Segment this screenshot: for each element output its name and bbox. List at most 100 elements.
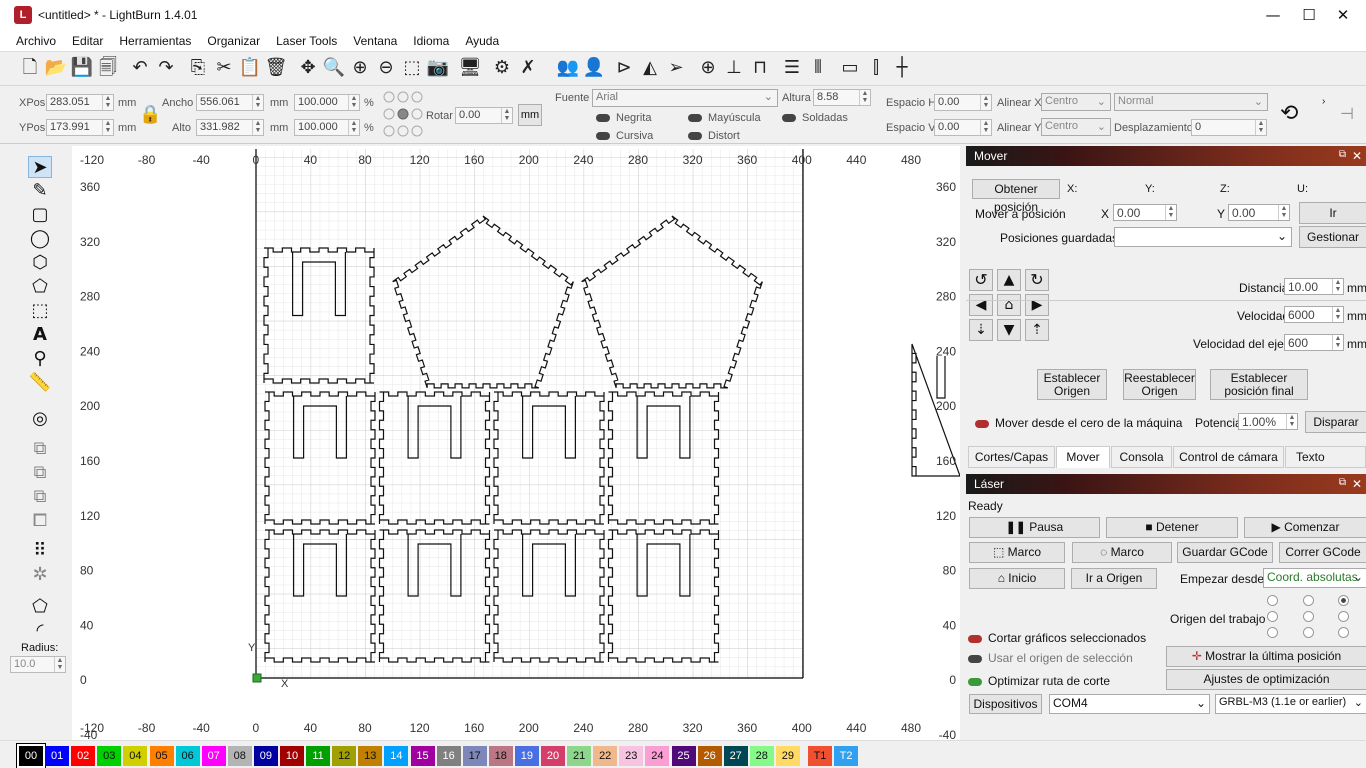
use-selection-origin-toggle[interactable]: Usar el origen de selección [968,651,1133,665]
menu-archivo[interactable]: Archivo [0,32,64,52]
polyline-icon[interactable]: ⬠ [28,276,52,298]
width-input[interactable]: 556.061 ▲ ▼ [196,94,264,111]
palette-swatch-05[interactable]: 05 [149,746,174,766]
jog-up-icon[interactable]: ▲ [997,269,1021,291]
move-x-input[interactable]: 0.00 ▲ ▼ [1113,204,1177,221]
tab-move[interactable]: Mover [1056,446,1110,468]
jog-down-icon[interactable]: ▼ [997,319,1021,341]
cut-selected-toggle[interactable]: Cortar gráficos seleccionados [968,631,1146,645]
palette-swatch-t2[interactable]: T2 [834,746,859,766]
redo-icon[interactable]: ↷ [154,56,178,80]
palette-swatch-20[interactable]: 20 [541,746,565,766]
origin-radio-ml[interactable] [1267,611,1278,622]
cut-icon[interactable]: ✂ [212,56,236,80]
saved-positions-select[interactable]: ⌄ [1114,227,1292,247]
menu-ventana[interactable]: Ventana [345,32,405,52]
resize-icon[interactable]: ⫿ [864,56,888,80]
distribute-v-icon[interactable]: ⫴ [806,56,830,80]
tools-icon[interactable]: ✗ [516,56,540,80]
palette-swatch-27[interactable]: 27 [723,746,748,766]
pen-icon[interactable]: ✎ [28,180,52,202]
palette-swatch-21[interactable]: 21 [567,746,592,766]
scale-height-input[interactable]: 100.000 ▲ ▼ [294,119,360,136]
palette-swatch-t1[interactable]: T1 [808,746,832,766]
origin-radio-br[interactable] [1338,627,1349,638]
move-y-input[interactable]: 0.00 ▲ ▼ [1228,204,1290,221]
set-final-position-button[interactable]: Establecer posición final [1210,369,1308,400]
go-to-origin-button[interactable]: Ir a Origen [1071,568,1157,589]
xpos-input[interactable]: 283.051 ▲ ▼ [46,94,114,111]
origin-radio-tc[interactable] [1303,595,1314,606]
palette-swatch-26[interactable]: 26 [697,746,722,766]
power-input[interactable]: 1.00% ▲ ▼ [1238,413,1298,430]
new-file-icon[interactable]: 🗋 [18,56,42,80]
design-canvas[interactable]: -120 -120 -80 -80 -40 -40 0 0 40 40 80 80 120 120 160 1… [72,146,960,740]
hspace-input[interactable]: 0.00 ▲ ▼ [934,94,992,111]
palette-swatch-03[interactable]: 03 [97,746,122,766]
distance-input[interactable]: 10.00 ▲ ▼ [1284,278,1344,295]
port-select[interactable]: COM4 ⌄ [1049,694,1210,714]
polygon-icon[interactable]: ⬡ [28,252,52,274]
get-position-button[interactable]: Obtener posición [972,179,1060,214]
ypos-input[interactable]: 173.991 ▲ ▼ [46,119,114,136]
bold-toggle[interactable]: Negrita [596,112,651,124]
frame-circle-button[interactable]: ◌ Marco [1072,542,1172,563]
lock-icon[interactable]: 🔒 [139,104,161,125]
ellipse-icon[interactable]: ◯ [28,228,52,250]
palette-swatch-23[interactable]: 23 [619,746,644,766]
go-button[interactable]: Ir [1299,202,1366,224]
welded-toggle[interactable]: Soldadas [782,112,848,124]
distort-toggle[interactable]: Distort [688,130,740,142]
palette-swatch-28[interactable]: 28 [749,746,774,766]
palette-swatch-16[interactable]: 16 [436,746,461,766]
zoom-frame-icon[interactable]: ⬚ [400,56,424,80]
align-center-icon[interactable]: ☰ [780,56,804,80]
rotate-input[interactable]: 0.00 ▲ ▼ [455,107,513,124]
panel-toggle-icon[interactable]: ⊣ [1340,104,1354,124]
offset-input[interactable]: 0 ▲ ▼ [1191,119,1267,136]
weld-icon[interactable]: ⧉ [28,438,52,460]
palette-swatch-08[interactable]: 08 [227,746,252,766]
ruler-icon[interactable]: ▭ [838,56,862,80]
z-speed-input[interactable]: 600 ▲ ▼ [1284,334,1344,351]
copy-icon[interactable]: ⎘ [186,56,210,80]
font-select[interactable]: Arial ⌄ [592,89,778,107]
palette-swatch-14[interactable]: 14 [384,746,409,766]
palette-swatch-13[interactable]: 13 [358,746,383,766]
frame-icon[interactable]: ⬚ [28,300,52,322]
palette-swatch-22[interactable]: 22 [593,746,618,766]
tab-variable-text[interactable]: Texto variable [1285,446,1366,468]
text-icon[interactable]: A [28,324,52,346]
select-icon[interactable]: ➤ [28,156,52,178]
palette-swatch-09[interactable]: 09 [253,746,278,766]
menu-organizar[interactable]: Organizar [199,32,268,52]
tab-camera-control[interactable]: Control de cámara [1173,446,1284,468]
save-icon[interactable]: 💾 [70,56,94,80]
jog-home-icon[interactable]: ⌂ [997,294,1021,316]
alignx-select[interactable]: Centro ⌄ [1041,93,1111,111]
menu-ayuda[interactable]: Ayuda [457,32,507,52]
move-from-zero-toggle[interactable]: Mover desde el cero de la máquina [975,416,1182,430]
speed-input[interactable]: 6000 ▲ ▼ [1284,306,1344,323]
origin-radio-mc[interactable] [1303,611,1314,622]
home-button[interactable]: ⌂ Inicio [969,568,1065,589]
aligny-select[interactable]: Centro ⌄ [1041,118,1111,136]
menu-editar[interactable]: Editar [64,32,111,52]
camera-icon[interactable]: 📷 [426,56,450,80]
zoom-out-icon[interactable]: ⊖ [374,56,398,80]
palette-swatch-11[interactable]: 11 [306,746,331,766]
distribute-icon[interactable]: ⊓ [748,56,772,80]
offset-icon[interactable]: ◎ [28,408,52,430]
reset-origin-button[interactable]: Reestablecer Origen [1123,369,1196,400]
palette-swatch-00[interactable]: 00 [17,744,45,768]
flip-h-icon[interactable]: ⊳ [612,56,636,80]
run-gcode-button[interactable]: Correr GCode [1279,542,1366,563]
palette-swatch-06[interactable]: 06 [175,746,200,766]
devices-button[interactable]: Dispositivos [969,694,1042,714]
ungroup-icon[interactable]: 👤 [582,56,606,80]
palette-swatch-12[interactable]: 12 [332,746,357,766]
zoom-in-icon[interactable]: ⊕ [348,56,372,80]
palette-swatch-29[interactable]: 29 [775,746,800,766]
palette-swatch-24[interactable]: 24 [645,746,670,766]
scale-width-input[interactable]: 100.000 ▲ ▼ [294,94,360,111]
